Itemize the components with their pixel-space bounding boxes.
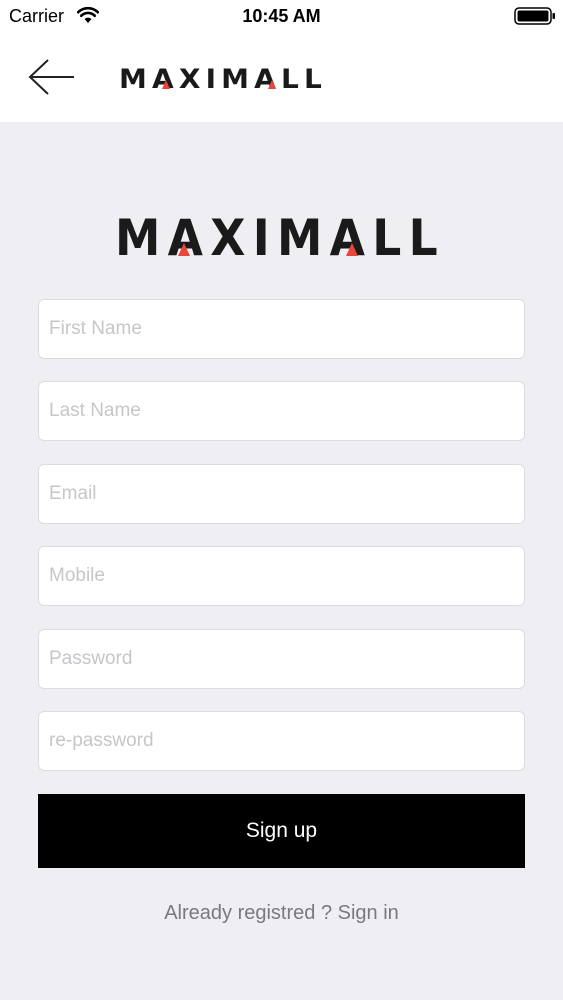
- email-input[interactable]: [38, 464, 525, 524]
- status-bar: Carrier 10:45 AM: [0, 0, 563, 32]
- header-logo-text: MAXIMALL: [119, 64, 327, 90]
- status-time: 10:45 AM: [242, 6, 321, 26]
- password-input[interactable]: [38, 629, 525, 689]
- first-name-input[interactable]: [38, 299, 525, 359]
- last-name-input[interactable]: [38, 381, 525, 441]
- brand-logo: MAXIMALL: [115, 209, 445, 259]
- back-button[interactable]: [26, 56, 78, 98]
- battery-full-icon: [514, 7, 555, 25]
- arrow-left-icon: [28, 59, 74, 95]
- header-logo: MAXIMALL: [119, 64, 327, 90]
- top-bar: Carrier 10:45 AM MAXIMALL: [0, 0, 563, 122]
- signin-link[interactable]: Already registred ? Sign in: [0, 902, 563, 925]
- mobile-input[interactable]: [38, 546, 525, 606]
- brand-logo-text: MAXIMALL: [115, 209, 445, 259]
- signup-button[interactable]: Sign up: [38, 794, 525, 868]
- repassword-input[interactable]: [38, 711, 525, 771]
